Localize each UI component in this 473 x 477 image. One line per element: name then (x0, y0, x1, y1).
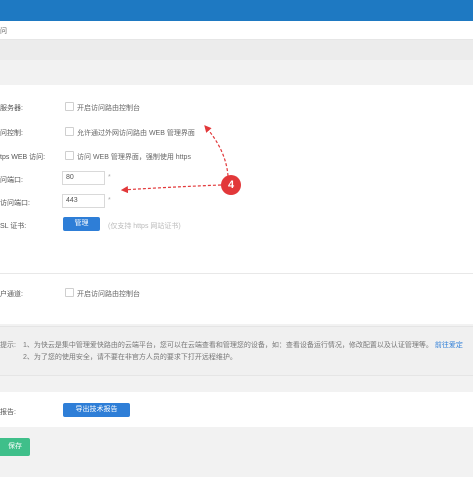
arrow-to-port-inputs (120, 184, 222, 194)
arrow-to-allow-web (204, 125, 229, 177)
annotation-arrows (120, 125, 229, 194)
annotation-badge: 4 (221, 175, 241, 195)
